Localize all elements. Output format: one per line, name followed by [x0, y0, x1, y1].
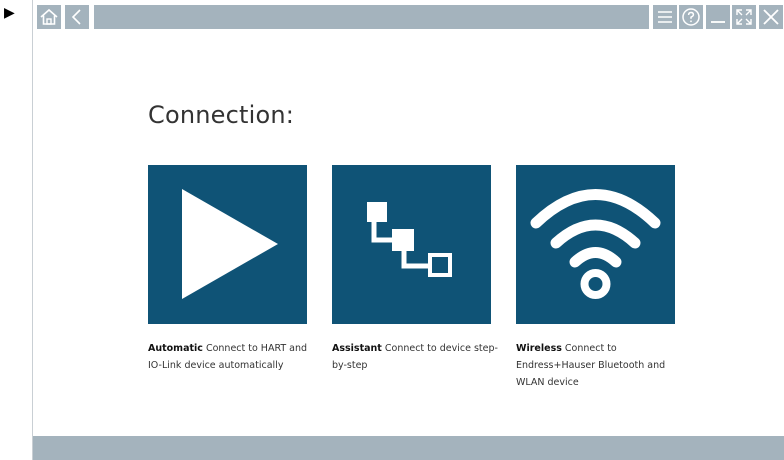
play-icon — [182, 189, 278, 299]
close-icon[interactable] — [759, 5, 783, 29]
back-icon[interactable] — [65, 5, 89, 29]
footer-bar — [33, 436, 784, 460]
maximize-icon[interactable] — [732, 5, 756, 29]
wireless-label: Wireless — [516, 343, 562, 354]
title-bar — [33, 0, 784, 34]
home-icon[interactable] — [37, 5, 61, 29]
automatic-caption: Automatic Connect to HART and IO-Link de… — [148, 340, 323, 374]
minimize-icon[interactable] — [706, 5, 730, 29]
assistant-label: Assistant — [332, 343, 382, 354]
page-title: Connection: — [148, 101, 295, 129]
title-strip — [94, 5, 649, 29]
automatic-label: Automatic — [148, 343, 203, 354]
menu-icon[interactable] — [653, 5, 677, 29]
main-content: Connection: Automatic Connect to HART an… — [33, 34, 784, 436]
assistant-caption: Assistant Connect to device step-by-step — [332, 340, 507, 374]
help-icon[interactable] — [679, 5, 703, 29]
wifi-icon — [530, 189, 661, 299]
expand-arrow-icon[interactable]: ▶ — [4, 6, 15, 20]
wireless-tile[interactable] — [516, 165, 675, 324]
automatic-tile[interactable] — [148, 165, 307, 324]
assistant-tile[interactable] — [332, 165, 491, 324]
network-tree-icon — [367, 202, 452, 277]
app-window: Connection: Automatic Connect to HART an… — [32, 0, 784, 460]
wireless-caption: Wireless Connect to Endress+Hauser Bluet… — [516, 340, 691, 391]
